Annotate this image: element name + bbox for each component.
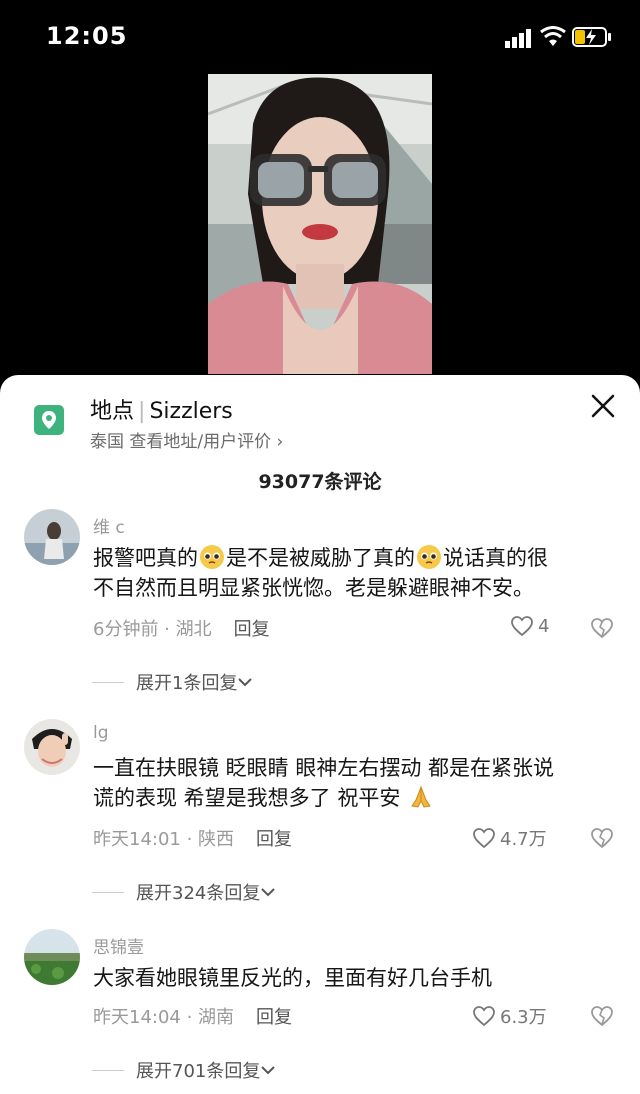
comment-meta: 昨天14:04 · 湖南 回复 — [93, 1003, 292, 1029]
comment-time-location: 昨天14:01 · 陕西 — [93, 829, 235, 850]
status-bar: 12:05 — [0, 0, 640, 72]
avatar[interactable] — [24, 719, 80, 775]
like-button[interactable]: 6.3万 — [472, 1003, 547, 1029]
broken-heart-icon[interactable] — [590, 1005, 614, 1027]
comment-username[interactable]: 维 c — [93, 513, 125, 538]
reply-button[interactable]: 回复 — [256, 829, 292, 850]
avatar[interactable] — [24, 509, 80, 565]
heart-icon — [511, 616, 533, 637]
comments-sheet: 地点 | Sizzlers 泰国 查看地址/用户评价 › 93077条评论 维 c … — [0, 375, 640, 1094]
chevron-down-icon — [261, 1066, 276, 1075]
battery-charging-icon — [572, 27, 611, 47]
like-count: 4 — [538, 615, 550, 637]
expand-replies-button[interactable]: 展开701条回复 — [92, 1057, 276, 1083]
location-name: Sizzlers — [149, 399, 233, 424]
like-count: 4.7万 — [500, 829, 547, 850]
like-button[interactable]: 4 — [510, 615, 549, 637]
comment-username[interactable]: 思锦壹 — [93, 933, 144, 958]
wifi-icon — [540, 26, 566, 46]
video-frame-image — [208, 74, 432, 374]
chevron-down-icon — [238, 678, 253, 687]
pleading-face-emoji-icon — [417, 545, 441, 569]
chevron-down-icon — [261, 888, 276, 897]
heart-icon — [473, 1006, 495, 1027]
location-pin-icon — [34, 405, 64, 435]
broken-heart-icon[interactable] — [590, 827, 614, 849]
expand-replies-button[interactable]: 展开1条回复 — [92, 669, 253, 695]
comment-time-location: 6分钟前 · 湖北 — [93, 619, 212, 640]
reply-button[interactable]: 回复 — [256, 1007, 292, 1028]
pleading-face-emoji-icon — [200, 545, 224, 569]
location-title[interactable]: 地点 | Sizzlers — [90, 393, 233, 425]
comment-username[interactable]: lg — [93, 723, 109, 743]
heart-icon — [473, 828, 495, 849]
like-count: 6.3万 — [500, 1007, 547, 1028]
status-time: 12:05 — [46, 22, 128, 50]
cellular-signal-icon — [505, 29, 531, 48]
comment-count: 93077条评论 — [258, 471, 382, 493]
expand-replies-button[interactable]: 展开324条回复 — [92, 879, 276, 905]
close-icon[interactable] — [590, 393, 616, 419]
comment-text: 报警吧真的 是不是被威胁了真的 说话真的很 不自然而且明显紧张恍惚。老是躲避眼神不安。 — [93, 545, 548, 600]
comment-meta: 6分钟前 · 湖北 回复 — [93, 615, 270, 641]
comment-text: 一直在扶眼镜 眨眼睛 眼神左右摆动 都是在紧张说 谎的表现 希望是我想多了 祝平安 — [93, 756, 555, 810]
folded-hands-emoji-icon — [411, 785, 431, 808]
location-subtitle-link[interactable]: 泰国 查看地址/用户评价 › — [90, 427, 283, 452]
comment-text: 大家看她眼镜里反光的，里面有好几台手机 — [93, 966, 492, 990]
broken-heart-icon[interactable] — [590, 617, 614, 639]
reply-button[interactable]: 回复 — [234, 619, 270, 640]
location-label: 地点 — [90, 399, 135, 424]
comment-meta: 昨天14:01 · 陕西 回复 — [93, 825, 292, 851]
avatar[interactable] — [24, 929, 80, 985]
video-preview[interactable] — [208, 74, 432, 374]
like-button[interactable]: 4.7万 — [472, 825, 547, 851]
comment-time-location: 昨天14:04 · 湖南 — [93, 1007, 235, 1028]
